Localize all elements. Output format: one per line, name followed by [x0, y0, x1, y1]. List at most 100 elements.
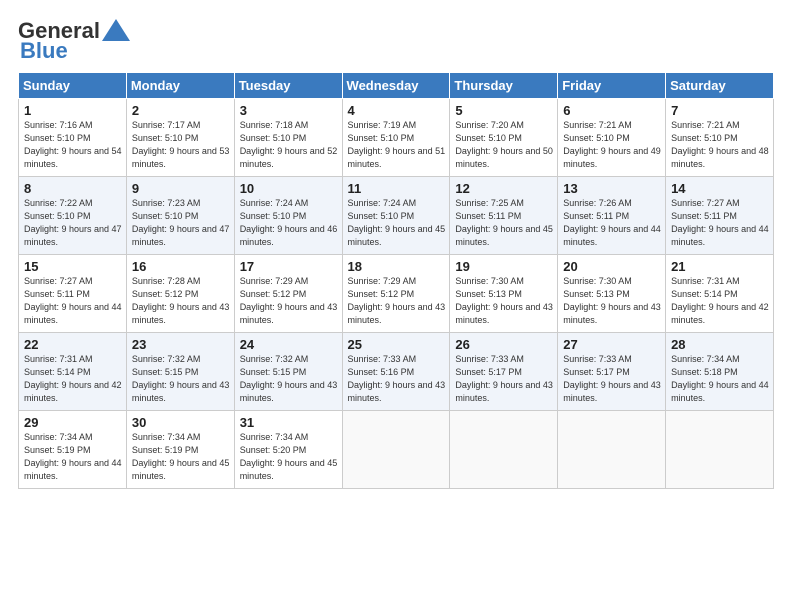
day-info: Sunrise: 7:33 AMSunset: 5:16 PMDaylight:… [348, 354, 446, 403]
day-number: 28 [671, 337, 769, 352]
day-of-week-header: Friday [558, 73, 666, 99]
calendar-day-cell: 23Sunrise: 7:32 AMSunset: 5:15 PMDayligh… [126, 333, 234, 411]
day-number: 7 [671, 103, 769, 118]
calendar-day-cell: 14Sunrise: 7:27 AMSunset: 5:11 PMDayligh… [666, 177, 774, 255]
calendar-day-cell: 31 Sunrise: 7:34 AMSunset: 5:20 PMDayligh… [234, 411, 342, 489]
day-number: 5 [455, 103, 553, 118]
day-info: Sunrise: 7:21 AMSunset: 5:10 PMDaylight:… [563, 120, 661, 169]
header: General Blue [18, 18, 774, 64]
calendar-day-cell: 1Sunrise: 7:16 AMSunset: 5:10 PMDaylight… [19, 99, 127, 177]
calendar-week-row: 8 Sunrise: 7:22 AMSunset: 5:10 PMDaylight… [19, 177, 774, 255]
calendar-week-row: 1Sunrise: 7:16 AMSunset: 5:10 PMDaylight… [19, 99, 774, 177]
calendar-day-cell: 9 Sunrise: 7:23 AMSunset: 5:10 PMDaylight… [126, 177, 234, 255]
day-number: 15 [24, 259, 122, 274]
day-number: 26 [455, 337, 553, 352]
calendar-day-cell: 30Sunrise: 7:34 AMSunset: 5:19 PMDayligh… [126, 411, 234, 489]
page: General Blue SundayMondayTuesdayWednesda… [0, 0, 792, 612]
day-info: Sunrise: 7:28 AMSunset: 5:12 PMDaylight:… [132, 276, 230, 325]
calendar-day-cell: 15 Sunrise: 7:27 AMSunset: 5:11 PMDayligh… [19, 255, 127, 333]
calendar-day-cell: 28 Sunrise: 7:34 AMSunset: 5:18 PMDayligh… [666, 333, 774, 411]
day-info: Sunrise: 7:33 AMSunset: 5:17 PMDaylight:… [455, 354, 553, 403]
day-info: Sunrise: 7:34 AMSunset: 5:18 PMDaylight:… [671, 354, 769, 403]
calendar-day-cell: 18Sunrise: 7:29 AMSunset: 5:12 PMDayligh… [342, 255, 450, 333]
calendar-day-cell: 11 Sunrise: 7:24 AMSunset: 5:10 PMDayligh… [342, 177, 450, 255]
calendar-day-cell: 29 Sunrise: 7:34 AMSunset: 5:19 PMDayligh… [19, 411, 127, 489]
day-number: 2 [132, 103, 230, 118]
day-info: Sunrise: 7:24 AMSunset: 5:10 PMDaylight:… [240, 198, 338, 247]
calendar-day-cell [558, 411, 666, 489]
day-info: Sunrise: 7:34 AMSunset: 5:19 PMDaylight:… [24, 432, 122, 481]
day-number: 24 [240, 337, 338, 352]
day-number: 9 [132, 181, 230, 196]
day-number: 1 [24, 103, 122, 118]
day-number: 27 [563, 337, 661, 352]
calendar-week-row: 22 Sunrise: 7:31 AMSunset: 5:14 PMDayligh… [19, 333, 774, 411]
calendar-day-cell: 25 Sunrise: 7:33 AMSunset: 5:16 PMDayligh… [342, 333, 450, 411]
day-info: Sunrise: 7:32 AMSunset: 5:15 PMDaylight:… [240, 354, 338, 403]
calendar-week-row: 15 Sunrise: 7:27 AMSunset: 5:11 PMDayligh… [19, 255, 774, 333]
calendar-day-cell: 24 Sunrise: 7:32 AMSunset: 5:15 PMDayligh… [234, 333, 342, 411]
calendar-day-cell: 12 Sunrise: 7:25 AMSunset: 5:11 PMDayligh… [450, 177, 558, 255]
day-info: Sunrise: 7:33 AMSunset: 5:17 PMDaylight:… [563, 354, 661, 403]
calendar-day-cell: 17 Sunrise: 7:29 AMSunset: 5:12 PMDayligh… [234, 255, 342, 333]
day-info: Sunrise: 7:30 AMSunset: 5:13 PMDaylight:… [455, 276, 553, 325]
day-of-week-header: Wednesday [342, 73, 450, 99]
day-number: 10 [240, 181, 338, 196]
day-of-week-header: Monday [126, 73, 234, 99]
day-number: 3 [240, 103, 338, 118]
day-info: Sunrise: 7:23 AMSunset: 5:10 PMDaylight:… [132, 198, 230, 247]
calendar-week-row: 29 Sunrise: 7:34 AMSunset: 5:19 PMDayligh… [19, 411, 774, 489]
day-info: Sunrise: 7:31 AMSunset: 5:14 PMDaylight:… [671, 276, 769, 325]
day-info: Sunrise: 7:25 AMSunset: 5:11 PMDaylight:… [455, 198, 553, 247]
day-number: 25 [348, 337, 446, 352]
day-of-week-header: Saturday [666, 73, 774, 99]
day-info: Sunrise: 7:34 AMSunset: 5:20 PMDaylight:… [240, 432, 338, 481]
day-number: 19 [455, 259, 553, 274]
day-number: 4 [348, 103, 446, 118]
logo-blue: Blue [18, 38, 68, 64]
day-number: 8 [24, 181, 122, 196]
day-number: 20 [563, 259, 661, 274]
day-info: Sunrise: 7:27 AMSunset: 5:11 PMDaylight:… [671, 198, 769, 247]
calendar-day-cell: 16 Sunrise: 7:28 AMSunset: 5:12 PMDayligh… [126, 255, 234, 333]
day-number: 30 [132, 415, 230, 430]
day-number: 12 [455, 181, 553, 196]
calendar-day-cell: 19 Sunrise: 7:30 AMSunset: 5:13 PMDayligh… [450, 255, 558, 333]
calendar-day-cell: 20Sunrise: 7:30 AMSunset: 5:13 PMDayligh… [558, 255, 666, 333]
day-info: Sunrise: 7:29 AMSunset: 5:12 PMDaylight:… [240, 276, 338, 325]
day-number: 31 [240, 415, 338, 430]
day-of-week-header: Sunday [19, 73, 127, 99]
calendar-day-cell: 6 Sunrise: 7:21 AMSunset: 5:10 PMDaylight… [558, 99, 666, 177]
day-number: 13 [563, 181, 661, 196]
day-number: 29 [24, 415, 122, 430]
calendar-day-cell: 13 Sunrise: 7:26 AMSunset: 5:11 PMDayligh… [558, 177, 666, 255]
day-number: 18 [348, 259, 446, 274]
day-info: Sunrise: 7:19 AMSunset: 5:10 PMDaylight:… [348, 120, 446, 169]
calendar-day-cell: 27 Sunrise: 7:33 AMSunset: 5:17 PMDayligh… [558, 333, 666, 411]
day-info: Sunrise: 7:20 AMSunset: 5:10 PMDaylight:… [455, 120, 553, 169]
day-number: 16 [132, 259, 230, 274]
logo: General Blue [18, 18, 130, 64]
calendar-day-cell: 26 Sunrise: 7:33 AMSunset: 5:17 PMDayligh… [450, 333, 558, 411]
calendar-day-cell: 3 Sunrise: 7:18 AMSunset: 5:10 PMDaylight… [234, 99, 342, 177]
day-of-week-header: Thursday [450, 73, 558, 99]
logo-icon [102, 19, 130, 41]
day-info: Sunrise: 7:31 AMSunset: 5:14 PMDaylight:… [24, 354, 122, 403]
calendar-day-cell: 10 Sunrise: 7:24 AMSunset: 5:10 PMDayligh… [234, 177, 342, 255]
day-info: Sunrise: 7:24 AMSunset: 5:10 PMDaylight:… [348, 198, 446, 247]
calendar-day-cell: 5 Sunrise: 7:20 AMSunset: 5:10 PMDaylight… [450, 99, 558, 177]
day-info: Sunrise: 7:32 AMSunset: 5:15 PMDaylight:… [132, 354, 230, 403]
day-info: Sunrise: 7:26 AMSunset: 5:11 PMDaylight:… [563, 198, 661, 247]
day-of-week-header: Tuesday [234, 73, 342, 99]
day-number: 11 [348, 181, 446, 196]
day-number: 22 [24, 337, 122, 352]
calendar-day-cell: 2Sunrise: 7:17 AMSunset: 5:10 PMDaylight… [126, 99, 234, 177]
calendar-day-cell: 7Sunrise: 7:21 AMSunset: 5:10 PMDaylight… [666, 99, 774, 177]
calendar-day-cell [666, 411, 774, 489]
day-number: 17 [240, 259, 338, 274]
day-number: 21 [671, 259, 769, 274]
day-info: Sunrise: 7:27 AMSunset: 5:11 PMDaylight:… [24, 276, 122, 325]
day-number: 6 [563, 103, 661, 118]
day-info: Sunrise: 7:22 AMSunset: 5:10 PMDaylight:… [24, 198, 122, 247]
day-info: Sunrise: 7:18 AMSunset: 5:10 PMDaylight:… [240, 120, 338, 169]
